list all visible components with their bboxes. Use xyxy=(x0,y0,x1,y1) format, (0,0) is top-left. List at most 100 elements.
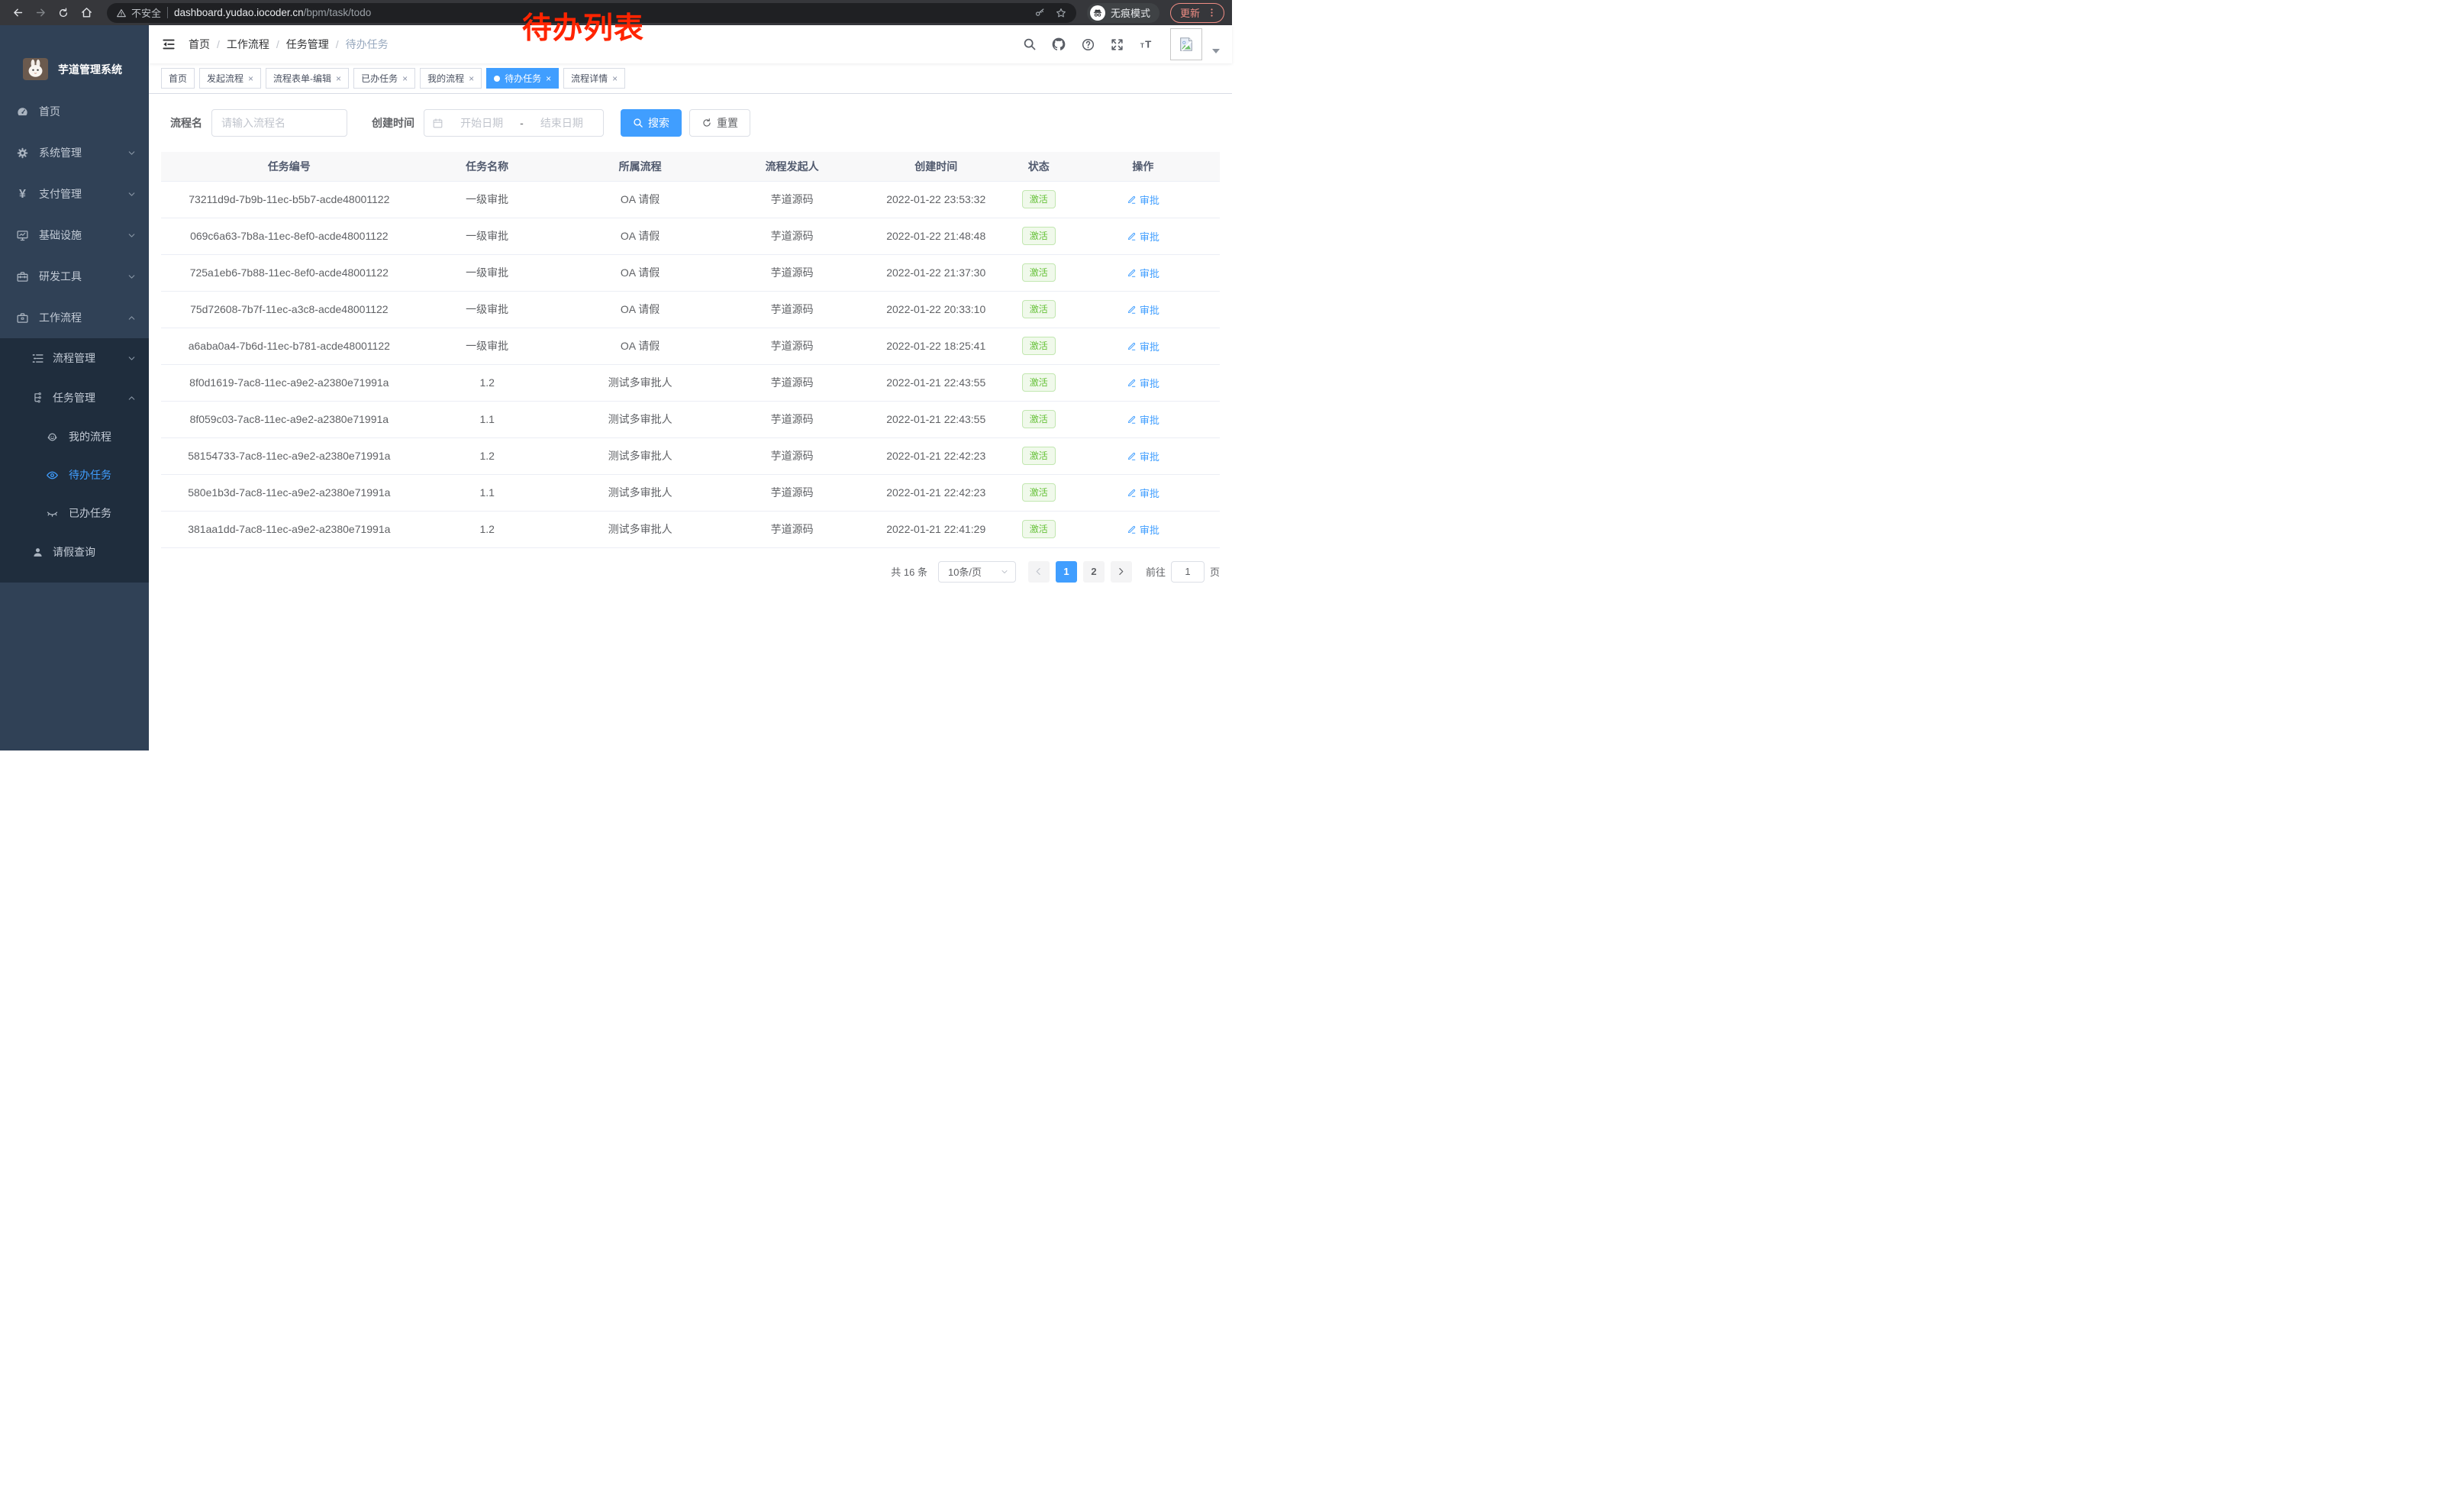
sidebar-item-process-management[interactable]: 流程管理 xyxy=(0,338,149,378)
github-link[interactable] xyxy=(1051,37,1066,52)
reload-icon xyxy=(57,7,69,19)
sidebar-collapse-button[interactable] xyxy=(161,37,176,52)
col-task-name: 任务名称 xyxy=(418,152,557,181)
warning-icon xyxy=(116,8,127,18)
browser-forward-button[interactable] xyxy=(31,3,50,23)
date-range-picker[interactable]: 开始日期 - 结束日期 xyxy=(424,109,604,137)
font-size-button[interactable] xyxy=(1139,37,1156,52)
help-button[interactable] xyxy=(1081,37,1095,52)
cell-created: 2022-01-21 22:41:29 xyxy=(861,511,1011,547)
breadcrumb-workflow[interactable]: 工作流程 xyxy=(227,37,269,52)
approve-link[interactable]: 审批 xyxy=(1127,376,1159,390)
status-badge: 激活 xyxy=(1022,337,1056,355)
cell-created: 2022-01-21 22:43:55 xyxy=(861,401,1011,437)
browser-update-button[interactable]: 更新 xyxy=(1170,3,1224,23)
page-size-select[interactable]: 10条/页 xyxy=(938,561,1016,583)
table-header-row: 任务编号 任务名称 所属流程 流程发起人 创建时间 状态 操作 xyxy=(161,152,1220,181)
tab-home[interactable]: 首页 xyxy=(161,68,195,89)
tab-process-detail[interactable]: 流程详情× xyxy=(563,68,625,89)
approve-link[interactable]: 审批 xyxy=(1127,302,1159,317)
sidebar-item-workflow[interactable]: 工作流程 xyxy=(0,297,149,338)
cell-process: OA 请假 xyxy=(557,254,724,291)
sidebar-item-home[interactable]: 首页 xyxy=(0,91,149,132)
site-security-badge[interactable]: 不安全 xyxy=(116,5,161,20)
tab-close-icon[interactable]: × xyxy=(546,74,551,83)
prev-page-button[interactable] xyxy=(1028,561,1050,583)
header-search-button[interactable] xyxy=(1023,37,1037,51)
eye-icon xyxy=(46,469,59,482)
pagination: 共 16 条 10条/页 1 2 前往 页 xyxy=(161,561,1220,583)
app-logo-row[interactable]: 芋道管理系统 xyxy=(0,25,149,91)
font-size-icon xyxy=(1139,37,1156,52)
reset-button[interactable]: 重置 xyxy=(689,109,750,137)
status-badge: 激活 xyxy=(1022,410,1056,428)
cell-created: 2022-01-21 22:42:23 xyxy=(861,474,1011,511)
cell-task-id: 8f0d1619-7ac8-11ec-a9e2-a2380e71991a xyxy=(161,364,418,401)
table-row: a6aba0a4-7b6d-11ec-b781-acde48001122 一级审… xyxy=(161,328,1220,364)
fullscreen-button[interactable] xyxy=(1110,37,1124,52)
approve-link[interactable]: 审批 xyxy=(1127,339,1159,353)
sidebar-item-system[interactable]: 系统管理 xyxy=(0,132,149,173)
cell-process: OA 请假 xyxy=(557,218,724,254)
approve-link[interactable]: 审批 xyxy=(1127,266,1159,280)
tab-close-icon[interactable]: × xyxy=(402,74,408,83)
sidebar-item-payment[interactable]: ¥ 支付管理 xyxy=(0,173,149,215)
sidebar-item-task-management[interactable]: 任务管理 xyxy=(0,378,149,418)
tab-todo-tasks[interactable]: 待办任务× xyxy=(486,68,559,89)
tab-close-icon[interactable]: × xyxy=(469,74,474,83)
goto-page-input[interactable] xyxy=(1171,561,1205,583)
search-icon xyxy=(1023,37,1037,51)
page-2-button[interactable]: 2 xyxy=(1083,561,1105,583)
avatar[interactable] xyxy=(1170,28,1202,60)
tag-view-bar: 首页 发起流程× 流程表单-编辑× 已办任务× 我的流程× 待办任务× 流程详情… xyxy=(149,63,1232,94)
avatar-caret-down-icon[interactable] xyxy=(1212,49,1220,53)
approve-link[interactable]: 审批 xyxy=(1127,449,1159,463)
sidebar-item-devtools[interactable]: 研发工具 xyxy=(0,256,149,297)
browser-menu-dots-icon[interactable] xyxy=(1206,7,1217,18)
breadcrumb-home[interactable]: 首页 xyxy=(189,37,210,52)
cell-process: OA 请假 xyxy=(557,328,724,364)
tab-form-edit[interactable]: 流程表单-编辑× xyxy=(266,68,349,89)
approve-link[interactable]: 审批 xyxy=(1127,229,1159,244)
process-name-input[interactable] xyxy=(211,109,347,137)
table-row: 725a1eb6-7b88-11ec-8ef0-acde48001122 一级审… xyxy=(161,254,1220,291)
bookmark-star-icon[interactable] xyxy=(1055,7,1067,19)
incognito-badge: 无痕模式 xyxy=(1087,3,1159,23)
tab-close-icon[interactable]: × xyxy=(248,74,253,83)
address-bar[interactable]: 不安全 dashboard.yudao.iocoder.cn/bpm/task/… xyxy=(107,3,1076,23)
cell-task-name: 1.1 xyxy=(418,474,557,511)
sidebar-item-my-process[interactable]: 我的流程 xyxy=(0,418,149,456)
status-badge: 激活 xyxy=(1022,520,1056,538)
page-1-button[interactable]: 1 xyxy=(1056,561,1077,583)
approve-link[interactable]: 审批 xyxy=(1127,192,1159,207)
tab-done-tasks[interactable]: 已办任务× xyxy=(353,68,415,89)
breadcrumb-current: 待办任务 xyxy=(346,37,389,52)
sidebar-item-infrastructure[interactable]: 基础设施 xyxy=(0,215,149,256)
browser-home-button[interactable] xyxy=(76,3,96,23)
chevron-up-icon xyxy=(127,393,137,403)
browser-reload-button[interactable] xyxy=(53,3,73,23)
search-button[interactable]: 搜索 xyxy=(621,109,682,137)
sidebar-item-leave-query[interactable]: 请假查询 xyxy=(0,532,149,572)
approve-link[interactable]: 审批 xyxy=(1127,522,1159,537)
sidebar-item-done-tasks[interactable]: 已办任务 xyxy=(0,494,149,532)
chevron-down-icon xyxy=(127,148,137,158)
tab-start-process[interactable]: 发起流程× xyxy=(199,68,261,89)
sidebar-item-todo-tasks[interactable]: 待办任务 xyxy=(0,456,149,494)
approve-link[interactable]: 审批 xyxy=(1127,412,1159,427)
browser-back-button[interactable] xyxy=(8,3,27,23)
cell-created: 2022-01-21 22:42:23 xyxy=(861,437,1011,474)
key-icon[interactable] xyxy=(1034,7,1046,18)
tab-close-icon[interactable]: × xyxy=(336,74,341,83)
cell-created: 2022-01-22 21:48:48 xyxy=(861,218,1011,254)
approve-link[interactable]: 审批 xyxy=(1127,486,1159,500)
edit-icon xyxy=(1127,378,1137,388)
breadcrumb-task-management[interactable]: 任务管理 xyxy=(286,37,329,52)
status-badge: 激活 xyxy=(1022,373,1056,392)
filter-form: 流程名 创建时间 开始日期 - 结束日期 搜索 重置 xyxy=(170,109,1220,137)
next-page-button[interactable] xyxy=(1111,561,1132,583)
edit-icon xyxy=(1127,525,1137,534)
tab-close-icon[interactable]: × xyxy=(612,74,618,83)
tab-my-process[interactable]: 我的流程× xyxy=(420,68,482,89)
cell-process: 测试多审批人 xyxy=(557,401,724,437)
